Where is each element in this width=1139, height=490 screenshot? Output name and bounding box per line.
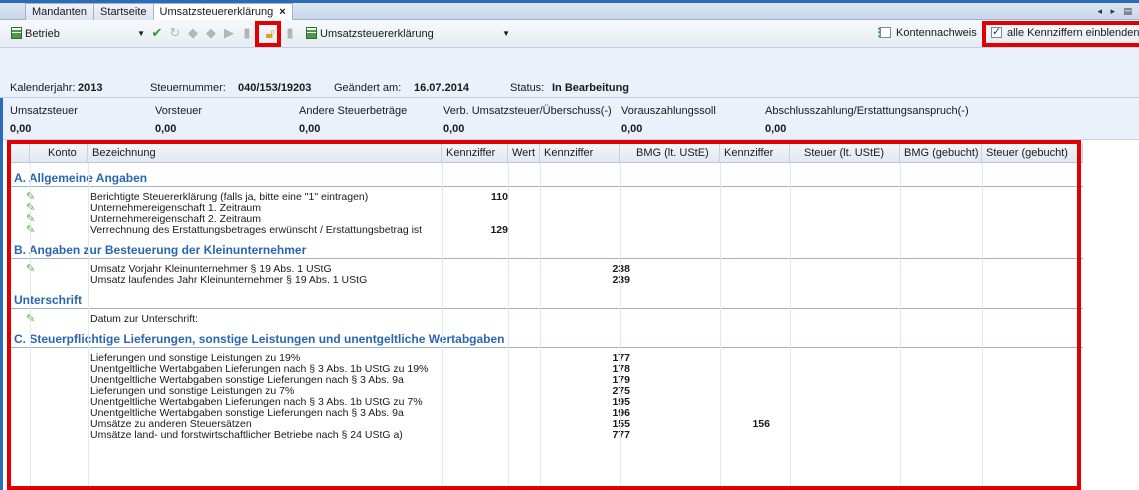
summary-value: 0,00	[10, 123, 32, 135]
form-select[interactable]: Umsatzsteuererklärung ▼	[305, 25, 513, 43]
highlight-box	[255, 21, 281, 47]
context-select[interactable]: Betrieb ▼	[10, 25, 148, 43]
tab-scroll-icons[interactable]: ◂ ▸ ▤	[1097, 3, 1135, 20]
steuernummer-label: Steuernummer:	[150, 82, 226, 94]
stamp-icon[interactable]: ◆	[186, 26, 200, 40]
refresh-icon[interactable]: ↻	[168, 26, 182, 40]
tab-mandanten[interactable]: Mandanten	[25, 3, 95, 20]
kalenderjahr-label: Kalenderjahr:	[10, 82, 76, 94]
kalenderjahr-value: 2013	[78, 82, 103, 94]
info-bar: Kalenderjahr: 2013 Steuernummer: 040/153…	[0, 48, 1139, 98]
play-icon[interactable]: ▶	[222, 26, 236, 40]
summary-value: 0,00	[621, 123, 643, 135]
chevron-down-icon: ▼	[502, 29, 510, 38]
form-select-value: Umsatzsteuererklärung	[320, 28, 434, 40]
summary-label: Andere Steuerbeträge	[299, 105, 408, 117]
sheet-icon	[11, 27, 22, 39]
sheet-icon	[306, 27, 317, 39]
tab-label: Mandanten	[32, 6, 88, 18]
tab-umsatzsteuererklaerung[interactable]: Umsatzsteuererklärung ×	[152, 3, 293, 20]
send-icon[interactable]: ◆	[204, 26, 218, 40]
tab-label: Umsatzsteuererklärung	[159, 6, 274, 18]
chevron-down-icon: ▼	[137, 29, 145, 38]
tab-strip: Mandanten Startseite Umsatzsteuererkläru…	[0, 0, 1139, 20]
geaendert-value: 16.07.2014	[414, 82, 470, 94]
summary-label: Abschlusszahlung/Erstattungsanspruch(-)	[765, 105, 969, 117]
tab-list: Mandanten Startseite Umsatzsteuererkläru…	[25, 3, 293, 20]
summary-label: Umsatzsteuer	[10, 105, 78, 117]
kontennachweis-checkbox[interactable]	[880, 27, 891, 38]
tab-label: Startseite	[100, 6, 147, 18]
summary-value: 0,00	[443, 123, 465, 135]
kontennachweis-label: Kontennachweis	[896, 27, 977, 39]
highlight-box	[982, 21, 1139, 47]
page-icon[interactable]: ▮	[240, 26, 254, 40]
highlight-box	[7, 140, 1081, 490]
summary-label: Vorsteuer	[155, 105, 203, 117]
summary-label: Vorauszahlungssoll	[621, 105, 716, 117]
summary-value: 0,00	[765, 123, 787, 135]
summary-label: Verb. Umsatzsteuer/Überschuss(-)	[443, 105, 612, 117]
toolbar: Betrieb ▼ ✔ ↻ ◆ ◆ ▶ ▮ 🔓︎ ▮ Umsatzsteuere…	[0, 20, 1139, 48]
close-icon[interactable]: ×	[279, 6, 285, 18]
status-label: Status:	[510, 82, 545, 94]
summary-value: 0,00	[299, 123, 321, 135]
geaendert-label: Geändert am:	[334, 82, 402, 94]
check-icon[interactable]: ✔	[150, 26, 164, 40]
frame-border	[0, 98, 3, 490]
summary-value: 0,00	[155, 123, 177, 135]
tab-startseite[interactable]: Startseite	[93, 3, 154, 20]
document-icon[interactable]: ▮	[283, 26, 297, 40]
summary-bar: Umsatzsteuer 0,00 Vorsteuer 0,00 Andere …	[0, 98, 1139, 140]
steuernummer-value: 040/153/19203	[238, 82, 312, 94]
context-select-value: Betrieb	[25, 28, 60, 40]
status-value: In Bearbeitung	[552, 82, 630, 94]
